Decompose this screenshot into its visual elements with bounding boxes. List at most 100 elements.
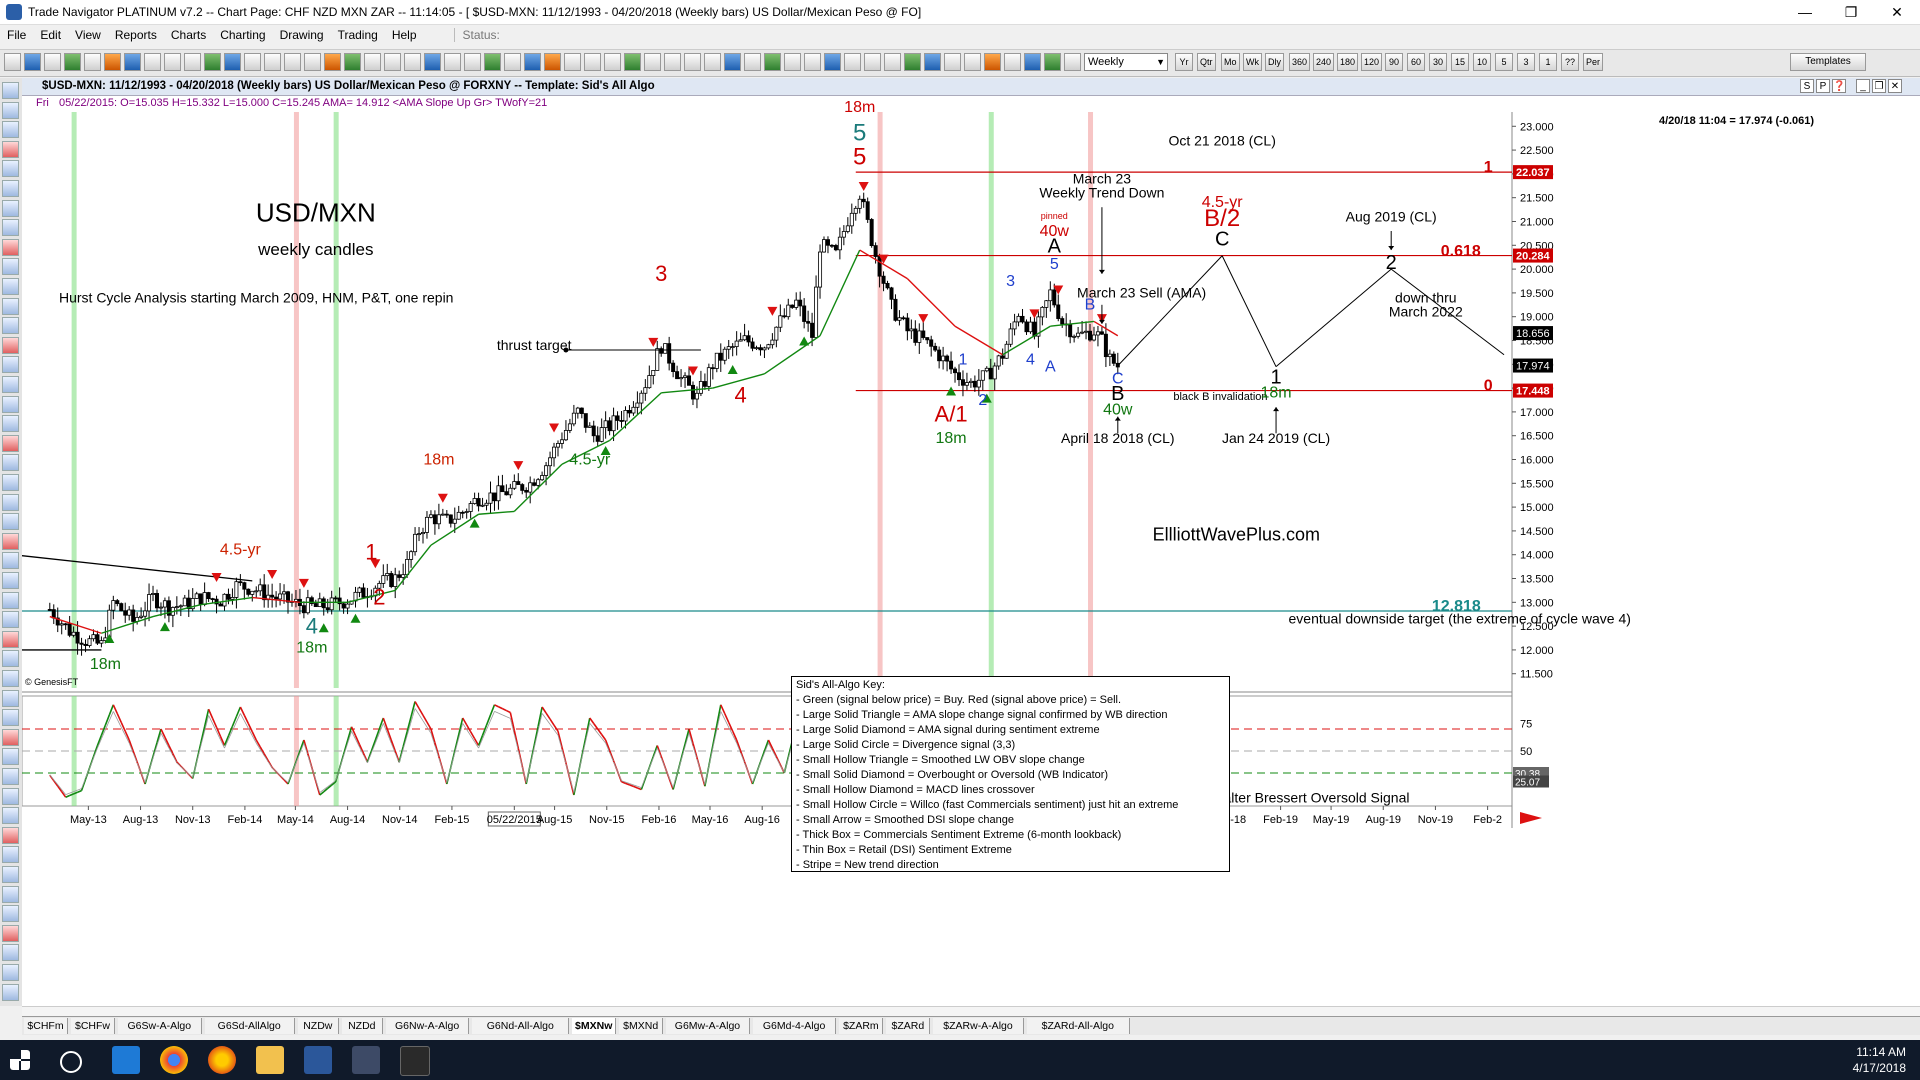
drawing-tool-icon[interactable] [2, 905, 19, 923]
toolbar-tool-icon[interactable] [504, 53, 521, 71]
drawing-tool-icon[interactable] [2, 454, 19, 472]
minimize-button[interactable]: — [1782, 0, 1828, 24]
drawing-tool-icon[interactable] [2, 121, 19, 139]
drawing-tool-icon[interactable] [2, 317, 19, 335]
tab-zarm[interactable]: $ZARm [839, 1018, 884, 1034]
period-button-qtr[interactable]: Qtr [1197, 53, 1216, 71]
chrome-icon[interactable] [160, 1046, 188, 1074]
drawing-tool-icon[interactable] [2, 82, 19, 99]
toolbar-tool-icon[interactable] [604, 53, 621, 71]
drawing-tool-icon[interactable] [2, 807, 19, 825]
tab-nzdw[interactable]: NZDw [297, 1018, 339, 1034]
tab-zard-all-algo[interactable]: $ZARd-All-Algo [1026, 1018, 1130, 1034]
toolbar-tool-icon[interactable] [884, 53, 901, 71]
drawing-tool-icon[interactable] [2, 356, 19, 374]
toolbar-tool-icon[interactable] [864, 53, 881, 71]
word-icon[interactable] [304, 1046, 332, 1074]
toolbar-tool-icon[interactable] [1024, 53, 1041, 71]
period-button-5[interactable]: 5 [1495, 53, 1513, 71]
menu-view[interactable]: View [68, 28, 108, 42]
toolbar-tool-icon[interactable] [944, 53, 961, 71]
toolbar-tool-icon[interactable] [124, 53, 141, 71]
toolbar-tool-icon[interactable] [244, 53, 261, 71]
drawing-tool-icon[interactable] [2, 552, 19, 570]
file-explorer-icon[interactable] [256, 1046, 284, 1074]
toolbar-tool-icon[interactable] [424, 53, 441, 71]
toolbar-tool-icon[interactable] [444, 53, 461, 71]
drawing-tool-icon[interactable] [2, 493, 19, 511]
menu-reports[interactable]: Reports [108, 28, 164, 42]
tab-g6sw-a-algo[interactable]: G6Sw-A-Algo [118, 1018, 202, 1034]
toolbar-tool-icon[interactable] [524, 53, 541, 71]
drawing-tool-icon[interactable] [2, 611, 19, 629]
templates-button[interactable]: Templates [1790, 53, 1866, 71]
toolbar-tool-icon[interactable] [724, 53, 741, 71]
toolbar-tool-icon[interactable] [344, 53, 361, 71]
period-button-360[interactable]: 360 [1289, 53, 1311, 71]
toolbar-tool-icon[interactable] [544, 53, 561, 71]
toolbar-tool-icon[interactable] [984, 53, 1001, 71]
close-button[interactable]: ✕ [1874, 0, 1920, 24]
period-button-180[interactable]: 180 [1337, 53, 1359, 71]
toolbar-tool-icon[interactable] [304, 53, 321, 71]
menu-drawing[interactable]: Drawing [273, 28, 331, 42]
drawing-tool-icon[interactable] [2, 630, 19, 648]
tab-g6nw-a-algo[interactable]: G6Nw-A-Algo [385, 1018, 470, 1034]
toolbar-tool-icon[interactable] [964, 53, 981, 71]
period-button-yr[interactable]: Yr [1175, 53, 1193, 71]
drawing-tool-icon[interactable] [2, 728, 19, 746]
drawing-tool-icon[interactable] [2, 336, 19, 354]
maximize-button[interactable]: ❐ [1828, 0, 1874, 24]
toolbar-tool-icon[interactable] [1064, 53, 1081, 71]
toolbar-tool-icon[interactable] [764, 53, 781, 71]
toolbar-tool-icon[interactable] [384, 53, 401, 71]
toolbar-tool-icon[interactable] [784, 53, 801, 71]
period-button-x[interactable]: ?? [1561, 53, 1579, 71]
tab-nzdd[interactable]: NZDd [341, 1018, 383, 1034]
toolbar-tool-icon[interactable] [844, 53, 861, 71]
trade-navigator-icon[interactable] [352, 1046, 380, 1074]
drawing-tool-icon[interactable] [2, 415, 19, 433]
period-button-60[interactable]: 60 [1407, 53, 1425, 71]
menu-charts[interactable]: Charts [164, 28, 213, 42]
tab-g6md-4-algo[interactable]: G6Md-4-Algo [752, 1018, 837, 1034]
tab-g6mw-a-algo[interactable]: G6Mw-A-Algo [666, 1018, 750, 1034]
period-button-120[interactable]: 120 [1361, 53, 1383, 71]
toolbar-tool-icon[interactable] [204, 53, 221, 71]
search-icon[interactable] [60, 1051, 82, 1073]
tab-g6sd-allalgo[interactable]: G6Sd-AllAlgo [204, 1018, 295, 1034]
drawing-tool-icon[interactable] [2, 787, 19, 805]
period-button-wk[interactable]: Wk [1243, 53, 1262, 71]
drawing-tool-icon[interactable] [2, 748, 19, 766]
drawing-tool-icon[interactable] [2, 964, 19, 981]
drawing-tool-icon[interactable] [2, 258, 19, 276]
firefox-icon[interactable] [208, 1046, 236, 1074]
toolbar-tool-icon[interactable] [184, 53, 201, 71]
menu-trading[interactable]: Trading [331, 28, 385, 42]
tab-mxnw[interactable]: $MXNw [572, 1018, 617, 1034]
drawing-tool-icon[interactable] [2, 670, 19, 687]
drawing-tool-icon[interactable] [2, 140, 19, 158]
toolbar-tool-icon[interactable] [4, 53, 21, 71]
drawing-tool-icon[interactable] [2, 650, 19, 668]
drawing-tool-icon[interactable] [2, 768, 19, 785]
toolbar-tool-icon[interactable] [24, 53, 41, 71]
period-button-90[interactable]: 90 [1385, 53, 1403, 71]
period-button-3[interactable]: 3 [1517, 53, 1535, 71]
period-select[interactable]: Weekly ▼ [1084, 53, 1168, 71]
toolbar-tool-icon[interactable] [104, 53, 121, 71]
period-button-10[interactable]: 10 [1473, 53, 1491, 71]
drawing-tool-icon[interactable] [2, 474, 19, 491]
toolbar-tool-icon[interactable] [284, 53, 301, 71]
drawing-tool-icon[interactable] [2, 297, 19, 315]
toolbar-tool-icon[interactable] [44, 53, 61, 71]
drawing-tool-icon[interactable] [2, 866, 19, 883]
drawing-tool-icon[interactable] [2, 983, 19, 1001]
scroll-right-arrow-icon[interactable] [1520, 812, 1542, 824]
toolbar-tool-icon[interactable] [364, 53, 381, 71]
menu-file[interactable]: File [0, 28, 33, 42]
period-button-240[interactable]: 240 [1313, 53, 1335, 71]
period-button-per[interactable]: Per [1583, 53, 1604, 71]
drawing-tool-icon[interactable] [2, 101, 19, 119]
tab-zard[interactable]: $ZARd [886, 1018, 931, 1034]
